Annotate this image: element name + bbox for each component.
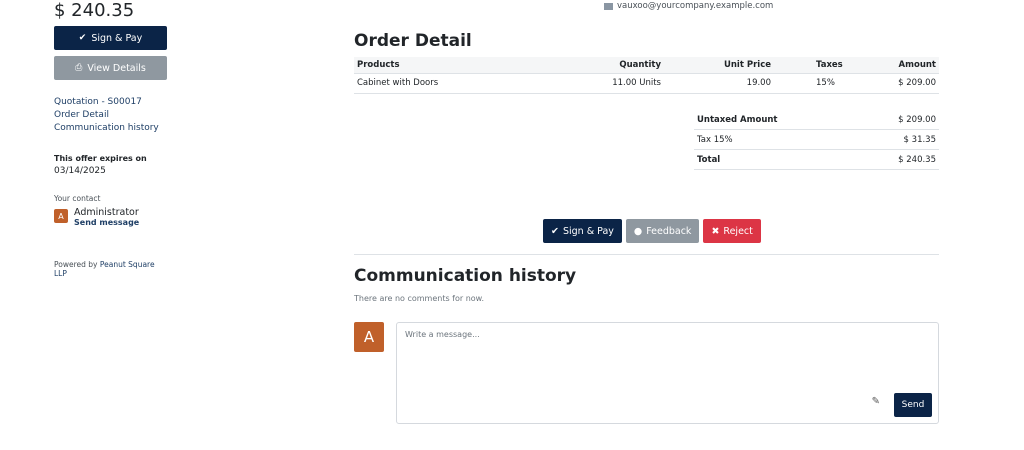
col-products: Products <box>354 57 604 74</box>
reject-button[interactable]: ✖ Reject <box>703 219 761 243</box>
no-comments-text: There are no comments for now. <box>354 294 485 303</box>
feedback-button[interactable]: ● Feedback <box>625 219 700 243</box>
reject-label: Reject <box>723 225 753 237</box>
table-header-row: Products Quantity Unit Price Taxes Amoun… <box>354 57 939 74</box>
line-product: Cabinet with Doors <box>354 73 604 94</box>
sidebar: $ 240.35 ✔ Sign & Pay ⎙ View Details Quo… <box>54 0 168 278</box>
main-content: Order Detail Products Quantity Unit Pric… <box>354 30 939 424</box>
sidebar-link-order-detail[interactable]: Order Detail <box>54 109 168 122</box>
untaxed-label: Untaxed Amount <box>697 114 778 125</box>
feedback-label: Feedback <box>646 225 692 237</box>
powered-by: Powered by Peanut Square LLP <box>54 260 168 278</box>
view-details-button[interactable]: ⎙ View Details <box>54 56 167 80</box>
total-label: Total <box>697 154 721 165</box>
line-taxes: 15% <box>774 73 846 94</box>
expires-date: 03/14/2025 <box>54 166 106 176</box>
tax-label: Tax 15% <box>697 134 733 145</box>
sign-pay-main-label: Sign & Pay <box>562 225 614 237</box>
order-detail-title: Order Detail <box>354 31 472 51</box>
email-text: vauxoo@yourcompany.example.com <box>617 1 774 11</box>
avatar: A <box>54 209 68 223</box>
order-totals: Untaxed Amount $ 209.00 Tax 15% $ 31.35 … <box>694 110 939 170</box>
quote-actions: ✔ Sign & Pay ● Feedback ✖ Reject <box>543 219 765 243</box>
untaxed-value: $ 209.00 <box>898 114 936 125</box>
message-placeholder[interactable]: Write a message... <box>405 330 480 339</box>
check-icon: ✔ <box>551 225 559 237</box>
sign-pay-button-main[interactable]: ✔ Sign & Pay <box>543 219 622 243</box>
powered-prefix: Powered by <box>54 260 98 269</box>
expires-label: This offer expires on <box>54 154 147 163</box>
contact-name: Administrator <box>74 207 139 218</box>
envelope-icon <box>604 2 613 10</box>
contact-label: Your contact <box>54 194 101 203</box>
view-details-label: View Details <box>87 62 146 74</box>
table-row: Cabinet with Doors 11.00 Units 19.00 15%… <box>354 73 939 94</box>
divider <box>354 254 939 255</box>
comment-icon: ● <box>633 225 643 237</box>
sign-pay-button[interactable]: ✔ Sign & Pay <box>54 26 167 50</box>
col-quantity: Quantity <box>604 57 664 74</box>
close-icon: ✖ <box>711 225 720 237</box>
message-composer[interactable]: Write a message... ✎ Send <box>396 322 939 424</box>
contact: A Administrator Send message <box>54 207 168 228</box>
tax-value: $ 31.35 <box>903 134 936 145</box>
user-avatar: A <box>354 322 384 352</box>
sidebar-link-quotation[interactable]: Quotation - S00017 <box>54 96 168 109</box>
communication-title: Communication history <box>354 266 577 286</box>
order-lines-table: Products Quantity Unit Price Taxes Amoun… <box>354 57 939 94</box>
line-amount: $ 209.00 <box>845 73 939 94</box>
sidebar-link-communication[interactable]: Communication history <box>54 122 168 135</box>
col-amount: Amount <box>845 57 939 74</box>
company-email: vauxoo@yourcompany.example.com <box>604 1 773 11</box>
send-button[interactable]: Send <box>894 393 932 417</box>
total-row: Total $ 240.35 <box>694 150 939 170</box>
check-icon: ✔ <box>78 33 87 43</box>
sign-pay-label: Sign & Pay <box>91 32 143 44</box>
col-taxes: Taxes <box>774 57 846 74</box>
col-unit-price: Unit Price <box>664 57 774 74</box>
line-quantity: 11.00 Units <box>604 73 664 94</box>
total-price: $ 240.35 <box>54 0 135 21</box>
untaxed-row: Untaxed Amount $ 209.00 <box>694 110 939 130</box>
send-message-link[interactable]: Send message <box>74 218 139 228</box>
paperclip-icon[interactable]: ✎ <box>872 396 880 407</box>
line-unit-price: 19.00 <box>664 73 774 94</box>
tax-row: Tax 15% $ 31.35 <box>694 130 939 150</box>
sidebar-nav: Quotation - S00017 Order Detail Communic… <box>54 96 168 135</box>
print-icon: ⎙ <box>75 63 83 73</box>
total-value: $ 240.35 <box>898 154 936 165</box>
